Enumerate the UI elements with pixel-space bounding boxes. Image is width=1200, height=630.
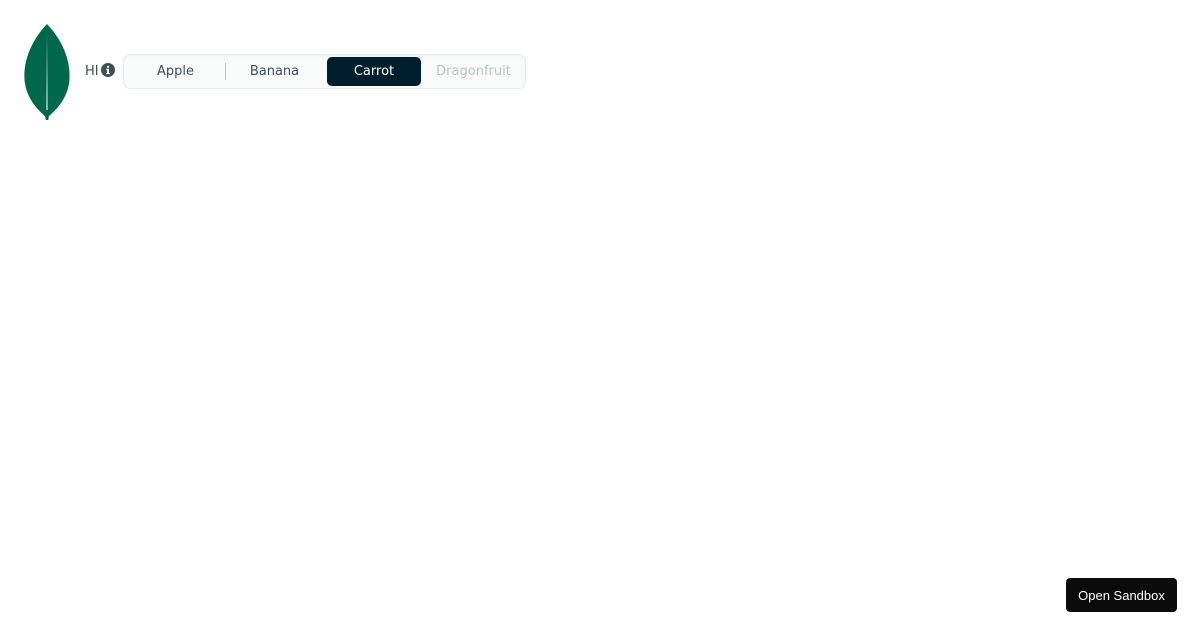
segment-carrot[interactable]: Carrot [326,57,421,86]
segment-apple[interactable]: Apple [126,57,225,86]
leaf-logo-icon [24,24,70,120]
segment-banana[interactable]: Banana [224,57,324,86]
segment-dragonfruit: Dragonfruit [424,57,523,86]
segmented-control: Apple Banana Carrot Dragonfruit [123,54,526,89]
label-text: HI [85,64,99,79]
segment-label: Dragonfruit [436,64,511,79]
segment-label: Apple [156,64,194,79]
segment-label: Banana [249,64,300,79]
open-sandbox-button[interactable]: Open Sandbox [1066,578,1177,612]
control-label: HI [85,61,115,83]
page: HI Apple Banana Carrot Dragonfruit Open … [0,0,1200,630]
info-icon[interactable] [100,62,115,77]
segment-label: Carrot [353,64,395,79]
